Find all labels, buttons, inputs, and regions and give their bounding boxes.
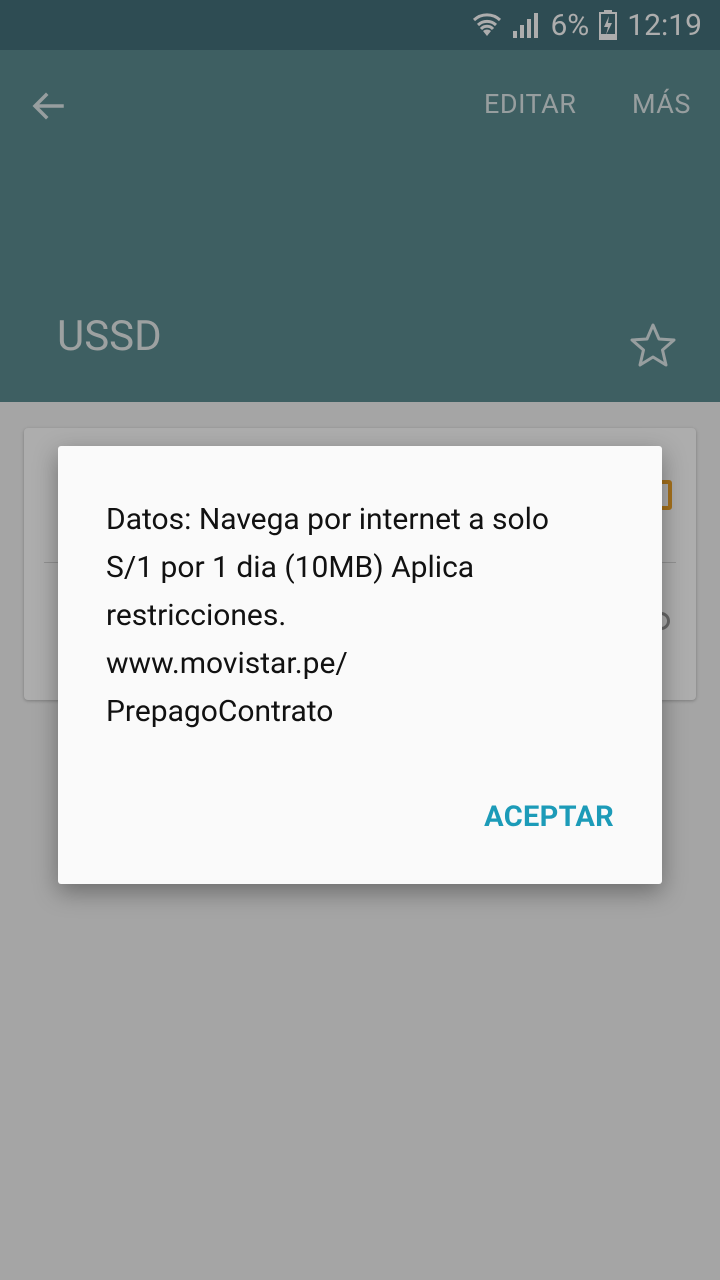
dialog-message: Datos: Navega por internet a solo S/1 po…: [106, 502, 549, 729]
ussd-dialog: Datos: Navega por internet a solo S/1 po…: [58, 446, 662, 884]
accept-button[interactable]: ACEPTAR: [484, 800, 614, 834]
